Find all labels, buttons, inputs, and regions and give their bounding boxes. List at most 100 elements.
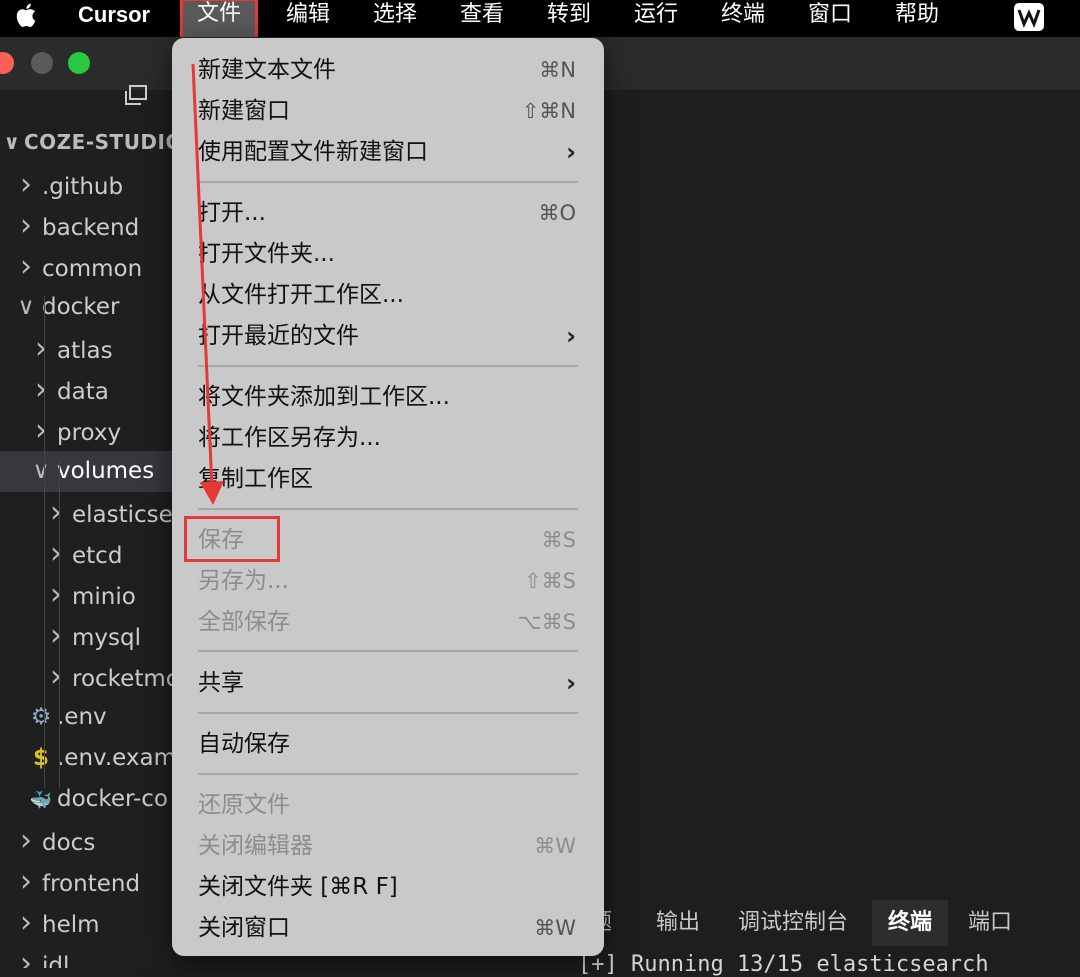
tree-item[interactable]: › .github (0, 164, 172, 205)
tree-item-label: atlas (57, 338, 113, 364)
menu-item-label: 全部保存 (198, 609, 290, 635)
menu-view[interactable]: 查看 (460, 0, 504, 37)
tree-item[interactable]: › proxy (0, 410, 172, 451)
chevron-down-icon: ∨ (32, 458, 50, 484)
menu-item-shortcut: ⇧⌘S (524, 569, 576, 593)
new-window-icon[interactable] (123, 84, 149, 106)
menu-item-label: 打开文件夹... (198, 241, 335, 267)
menu-item-label: 还原文件 (198, 792, 290, 818)
menu-edit[interactable]: 编辑 (286, 0, 330, 37)
tree-item[interactable]: ∨ docker (0, 287, 172, 328)
dollar-icon: $ (32, 745, 49, 771)
gear-icon: ⚙ (30, 704, 52, 730)
menu-item[interactable]: 使用配置文件新建窗口 › (172, 132, 604, 173)
menu-separator (198, 650, 578, 652)
menu-item-label: 复制工作区 (198, 466, 313, 492)
tree-item-label: idl (42, 953, 70, 968)
tree-item-label: frontend (42, 871, 141, 897)
menu-separator (198, 181, 578, 183)
tab-ports[interactable]: 端口 (968, 900, 1012, 946)
menu-item-label: 将工作区另存为... (198, 425, 381, 451)
tree-item[interactable]: › rocketmc (0, 656, 172, 697)
tree-item[interactable]: 🐳 docker-co (0, 779, 172, 820)
tab-debug-console[interactable]: 调试控制台 (738, 900, 848, 946)
chevron-right-icon: › (35, 372, 47, 407)
menu-item[interactable]: 还原文件 (172, 785, 604, 826)
tree-item[interactable]: ∨ volumes (0, 451, 172, 492)
menu-selection[interactable]: 选择 (373, 0, 417, 37)
zoom-window-button[interactable] (68, 52, 90, 74)
menu-item[interactable]: 自动保存 (172, 724, 604, 765)
menu-item[interactable]: 打开... ⌘O (172, 193, 604, 234)
chevron-right-icon: › (35, 413, 47, 448)
tree-item[interactable]: › common (0, 246, 172, 287)
menu-item[interactable]: 复制工作区 (172, 459, 604, 500)
docker-icon: 🐳 (29, 790, 53, 811)
explorer-root[interactable]: ∨COZE-STUDIO- (0, 122, 172, 163)
tab-output[interactable]: 输出 (656, 900, 700, 946)
menu-item-shortcut: ⌘N (539, 58, 576, 82)
tree-item[interactable]: $ .env.exam (0, 738, 172, 779)
apple-icon[interactable] (14, 0, 42, 37)
app-name-menu[interactable]: Cursor (78, 0, 150, 37)
minimize-window-button[interactable] (31, 52, 53, 74)
tree-item[interactable]: › docs (0, 820, 172, 861)
menu-item[interactable]: 关闭窗口 ⌘W (172, 908, 604, 949)
menu-item-label: 自动保存 (198, 731, 290, 757)
menu-item-label: 另存为... (198, 568, 289, 594)
tree-item[interactable]: ⚙ .env (0, 697, 172, 738)
chevron-down-icon: ∨ (3, 130, 21, 154)
menu-item[interactable]: 全部保存 ⌥⌘S (172, 602, 604, 643)
menu-window[interactable]: 窗口 (808, 0, 852, 37)
tree-item[interactable]: › frontend (0, 861, 172, 902)
tree-item[interactable]: › data (0, 369, 172, 410)
chevron-right-icon: › (50, 618, 62, 653)
tree-item-label: backend (42, 215, 140, 241)
menu-item[interactable]: 从文件打开工作区... (172, 275, 604, 316)
tree-item[interactable]: › etcd (0, 533, 172, 574)
menu-item[interactable]: 关闭编辑器 ⌘W (172, 826, 604, 867)
tree-item-label: .env.exam (57, 745, 172, 771)
menu-item-shortcut: ⇧⌘N (521, 99, 576, 123)
menu-item[interactable]: 新建文本文件 ⌘N (172, 50, 604, 91)
menu-item[interactable]: 将文件夹添加到工作区... (172, 377, 604, 418)
chevron-right-icon: › (20, 823, 32, 858)
tree-item-label: helm (42, 912, 100, 938)
menu-item-label: 共享 (198, 670, 244, 696)
chevron-right-icon: › (566, 669, 576, 697)
menu-item-shortcut: ⌘O (538, 201, 576, 225)
tree-item[interactable]: › mysql (0, 615, 172, 656)
chevron-right-icon: › (566, 322, 576, 350)
menu-item-shortcut: ⌘W (534, 916, 576, 940)
menu-help[interactable]: 帮助 (895, 0, 939, 37)
tab-terminal[interactable]: 终端 (872, 900, 949, 946)
menu-item-label: 关闭窗口 (198, 915, 290, 941)
menu-item[interactable]: 打开文件夹... (172, 234, 604, 275)
tree-item-label: common (42, 256, 143, 282)
tree-item-label: elasticse (72, 502, 172, 528)
menu-item[interactable]: 另存为... ⇧⌘S (172, 561, 604, 602)
tree-item[interactable]: › idl (0, 943, 172, 968)
menu-item[interactable]: 新建窗口 ⇧⌘N (172, 91, 604, 132)
save-highlight-box (184, 516, 280, 562)
menu-item[interactable]: 打开最近的文件 › (172, 316, 604, 357)
menu-run[interactable]: 运行 (634, 0, 678, 37)
tree-item[interactable]: › atlas (0, 328, 172, 369)
menu-item-label: 从文件打开工作区... (198, 282, 404, 308)
menu-item-label: 将文件夹添加到工作区... (198, 384, 450, 410)
menu-terminal[interactable]: 终端 (721, 0, 765, 37)
menu-go[interactable]: 转到 (547, 0, 591, 37)
menu-item-shortcut: ⌘W (534, 834, 576, 858)
menu-item[interactable]: 将工作区另存为... (172, 418, 604, 459)
tree-item[interactable]: › backend (0, 205, 172, 246)
tree-item[interactable]: › helm (0, 902, 172, 943)
menu-file[interactable]: 文件 (180, 0, 259, 42)
menu-item[interactable]: 共享 › (172, 663, 604, 704)
wps-icon[interactable] (1014, 3, 1044, 31)
file-menu-dropdown: 新建文本文件 ⌘N 新建窗口 ⇧⌘N 使用配置文件新建窗口 › 打开... ⌘O 打开文件夹..… (172, 38, 604, 956)
tree-item[interactable]: › elasticse (0, 492, 172, 533)
tree-item[interactable]: › minio (0, 574, 172, 615)
menu-item[interactable]: 关闭文件夹 [⌘R F] (172, 867, 604, 908)
chevron-right-icon: › (50, 659, 62, 694)
chevron-right-icon: › (50, 577, 62, 612)
